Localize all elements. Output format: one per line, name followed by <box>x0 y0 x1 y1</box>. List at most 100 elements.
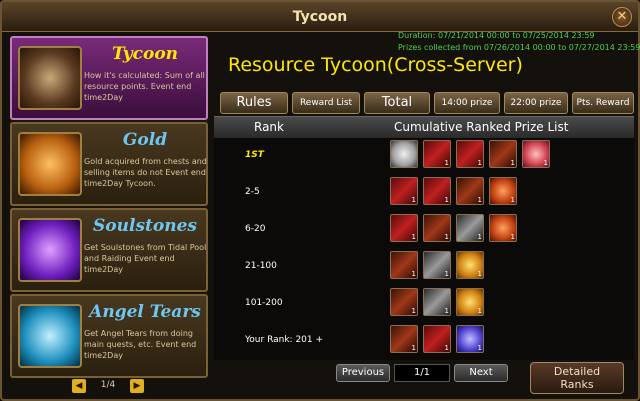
tab-pts-reward[interactable]: Pts. Reward <box>572 92 634 114</box>
collection-text: Prizes collected from 07/26/2014 00:00 t… <box>398 43 640 52</box>
card-tycoon[interactable]: Tycoon How it's calculated: Sum of all r… <box>10 36 208 120</box>
prize-item-icon[interactable]: 1 <box>456 140 484 168</box>
item-quantity: 1 <box>477 233 482 241</box>
pagination-bar: Previous 1/1 Next Detailed Ranks <box>214 360 634 396</box>
tab-reward-list[interactable]: Reward List <box>292 92 360 114</box>
prize-item-icon[interactable]: 1 <box>489 140 517 168</box>
next-arrow-icon[interactable]: ▶ <box>130 379 144 393</box>
item-quantity: 1 <box>411 307 416 315</box>
gold-coin-icon <box>18 132 82 196</box>
card-name: Soulstones <box>93 216 197 236</box>
item-quantity: 1 <box>510 159 515 167</box>
ranks-label: Ranks <box>560 378 594 391</box>
table-header: Rank Cumulative Ranked Prize List <box>214 116 634 138</box>
prize-table: 1ST 1 1 1 1 2-5 1 1 1 1 6-20 1 1 1 1 21-100 1 1 1 101-200 1 1… <box>214 138 634 360</box>
prize-item-icon[interactable] <box>390 140 418 168</box>
prize-item-icon[interactable]: 1 <box>522 140 550 168</box>
tab-total[interactable]: Total <box>364 92 430 114</box>
item-quantity: 1 <box>411 344 416 352</box>
prize-item-icon[interactable]: 1 <box>423 140 451 168</box>
item-quantity: 1 <box>444 233 449 241</box>
item-quantity: 1 <box>411 196 416 204</box>
close-icon[interactable]: ✕ <box>612 7 632 27</box>
duration-text: Duration: 07/21/2014 00:00 to 07/25/2014… <box>398 31 595 40</box>
table-row: 2-5 1 1 1 1 <box>214 175 634 211</box>
item-quantity: 1 <box>444 196 449 204</box>
prize-item-icon[interactable]: 1 <box>423 177 451 205</box>
sidebar-pager: ◀ 1/4 ▶ <box>72 379 144 395</box>
tycoon-portrait-icon <box>18 46 82 110</box>
next-button[interactable]: Next <box>454 364 508 382</box>
item-quantity: 1 <box>477 196 482 204</box>
card-desc: Get Angel Tears from doing main quests, … <box>84 329 197 360</box>
item-quantity: 1 <box>510 233 515 241</box>
item-quantity: 1 <box>543 159 548 167</box>
rank-label: 2-5 <box>245 187 260 197</box>
card-desc: Get Soulstones from Tidal Pool and Raidi… <box>84 243 207 274</box>
prize-item-icon[interactable]: 1 <box>423 325 451 353</box>
tab-1400-prize[interactable]: 14:00 prize <box>434 92 500 114</box>
prize-item-icon[interactable]: 1 <box>390 325 418 353</box>
sidebar: Tycoon How it's calculated: Sum of all r… <box>10 36 208 378</box>
card-name: Angel Tears <box>89 302 201 322</box>
detailed-label: Detailed <box>553 365 601 378</box>
card-angel-tears[interactable]: Angel Tears Get Angel Tears from doing m… <box>10 294 208 378</box>
prize-item-icon[interactable]: 1 <box>390 288 418 316</box>
main-panel: Duration: 07/21/2014 00:00 to 07/25/2014… <box>214 31 640 396</box>
item-quantity: 1 <box>510 196 515 204</box>
prize-item-icon[interactable]: 1 <box>456 288 484 316</box>
item-quantity: 1 <box>444 344 449 352</box>
tab-bar: Rules Reward List Total 14:00 prize 22:0… <box>220 92 634 114</box>
item-quantity: 1 <box>411 233 416 241</box>
tab-2200-prize[interactable]: 22:00 prize <box>504 92 568 114</box>
prize-item-icon[interactable]: 1 <box>390 177 418 205</box>
window-title: Tycoon <box>292 9 348 25</box>
card-soulstones[interactable]: Soulstones Get Soulstones from Tidal Poo… <box>10 208 208 292</box>
item-quantity: 1 <box>444 270 449 278</box>
prize-item-icon[interactable]: 1 <box>456 325 484 353</box>
column-prize-list: Cumulative Ranked Prize List <box>394 120 569 134</box>
card-gold[interactable]: Gold Gold acquired from chests and selli… <box>10 122 208 206</box>
item-quantity: 1 <box>444 307 449 315</box>
item-quantity: 1 <box>477 307 482 315</box>
prize-item-icon[interactable]: 1 <box>423 288 451 316</box>
table-row: 21-100 1 1 1 <box>214 249 634 285</box>
card-desc: How it's calculated: Sum of all resource… <box>84 71 205 102</box>
rank-label: 1ST <box>245 150 264 160</box>
prize-item-icon[interactable]: 1 <box>456 251 484 279</box>
prize-item-icon[interactable]: 1 <box>390 214 418 242</box>
table-row: 1ST 1 1 1 1 <box>214 138 634 174</box>
prize-item-icon[interactable]: 1 <box>423 214 451 242</box>
rank-label: 101-200 <box>245 298 283 308</box>
title-bar: Tycoon ✕ <box>2 2 638 32</box>
table-row: 6-20 1 1 1 1 <box>214 212 634 248</box>
page-indicator: 1/1 <box>394 364 450 382</box>
column-rank: Rank <box>254 120 284 134</box>
rank-label: 21-100 <box>245 261 277 271</box>
prize-item-icon[interactable]: 1 <box>456 214 484 242</box>
prize-item-icon[interactable]: 1 <box>423 251 451 279</box>
prize-item-icon[interactable]: 1 <box>489 214 517 242</box>
prev-arrow-icon[interactable]: ◀ <box>72 379 86 393</box>
prize-item-icon[interactable]: 1 <box>489 177 517 205</box>
rank-label: Your Rank: 201 + <box>245 335 324 345</box>
tab-rules[interactable]: Rules <box>220 92 288 114</box>
table-row: 101-200 1 1 1 <box>214 286 634 322</box>
item-quantity: 1 <box>477 159 482 167</box>
card-name: Gold <box>122 130 168 150</box>
item-quantity: 1 <box>477 344 482 352</box>
card-desc: Gold acquired from chests and selling it… <box>84 157 207 188</box>
detailed-ranks-button[interactable]: Detailed Ranks <box>530 362 624 394</box>
prize-item-icon[interactable]: 1 <box>456 177 484 205</box>
tycoon-window: Tycoon ✕ Tycoon How it's calculated: Sum… <box>0 0 640 401</box>
card-name: Tycoon <box>111 44 179 64</box>
sidebar-page-number: 1/4 <box>100 380 116 390</box>
table-row: Your Rank: 201 + 1 1 1 <box>214 323 634 359</box>
prize-item-icon[interactable]: 1 <box>390 251 418 279</box>
angel-tears-icon <box>18 304 82 368</box>
item-quantity: 1 <box>411 270 416 278</box>
previous-button[interactable]: Previous <box>336 364 390 382</box>
soulstone-icon <box>18 218 82 282</box>
page-title: Resource Tycoon(Cross-Server) <box>228 54 523 76</box>
item-quantity: 1 <box>477 270 482 278</box>
